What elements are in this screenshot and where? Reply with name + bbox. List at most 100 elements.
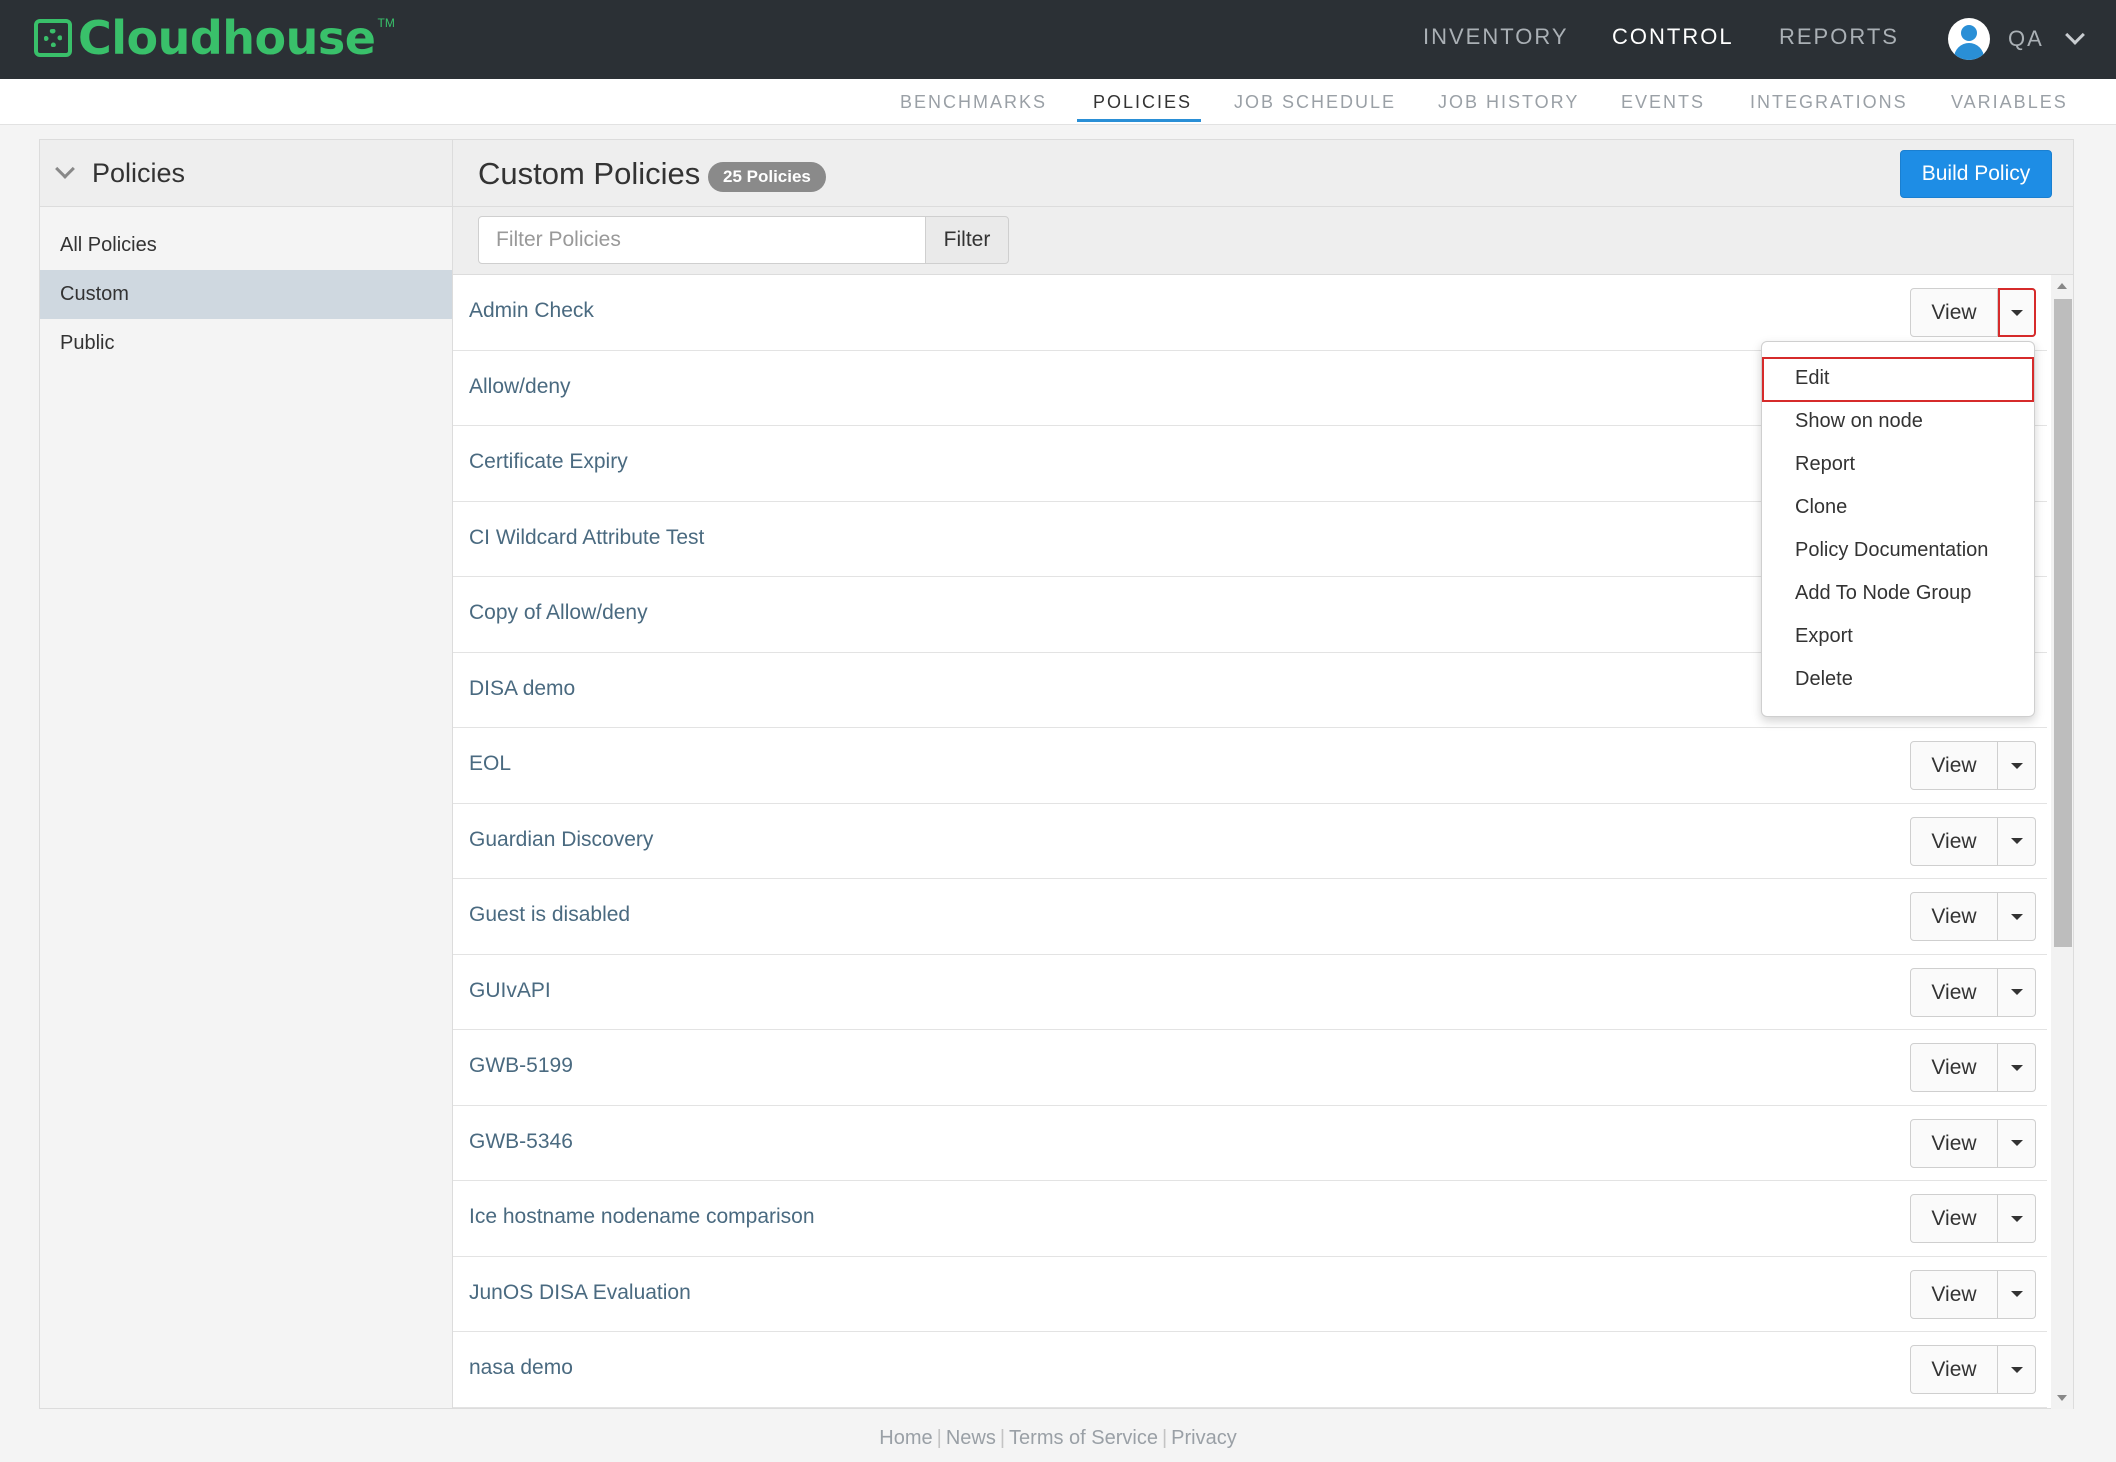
menu-item-edit[interactable]: Edit xyxy=(1762,357,2034,402)
policy-name-link[interactable]: CI Wildcard Attribute Test xyxy=(469,526,704,550)
cloudhouse-logo[interactable]: Cloudhouse TM xyxy=(34,12,395,64)
caret-down-icon xyxy=(2010,1366,2023,1373)
policy-name-link[interactable]: Guest is disabled xyxy=(469,903,630,927)
user-name: QA xyxy=(2008,26,2044,51)
trademark-mark: TM xyxy=(377,16,395,30)
policy-button-group: View xyxy=(1910,1345,2036,1394)
policy-row: GWB-5199 View xyxy=(453,1030,2047,1106)
policy-name-link[interactable]: GUIvAPI xyxy=(469,979,551,1003)
caret-down-icon xyxy=(2010,1291,2023,1297)
menu-item-clone[interactable]: Clone xyxy=(1763,487,2033,530)
panel-header: Custom Policies 25 Policies Build Policy xyxy=(453,140,2073,207)
actions-dropdown-toggle[interactable] xyxy=(1998,892,2036,941)
policy-button-group: View xyxy=(1910,1269,2036,1319)
view-button[interactable]: View xyxy=(1910,1118,1998,1168)
policy-button-group: View xyxy=(1910,1043,2036,1092)
actions-dropdown-toggle[interactable] xyxy=(1998,1118,2036,1168)
menu-item-report[interactable]: Report xyxy=(1763,444,2033,487)
actions-dropdown-toggle[interactable] xyxy=(1998,967,2036,1017)
scroll-up-arrow-icon[interactable] xyxy=(2057,283,2067,289)
policy-name-link[interactable]: Copy of Allow/deny xyxy=(469,601,648,625)
policy-row: Admin Check View xyxy=(453,275,2047,351)
scrollbar[interactable] xyxy=(2051,275,2073,1409)
user-menu[interactable]: QA xyxy=(1948,15,2085,63)
policy-row: GWB-5346 View xyxy=(453,1106,2047,1181)
caret-down-icon xyxy=(2010,913,2023,920)
tab-policies[interactable]: POLICIES xyxy=(1093,92,1192,113)
policy-name-link[interactable]: Guardian Discovery xyxy=(469,828,653,852)
policy-row: Guest is disabled View xyxy=(453,879,2047,955)
sidebar-item-custom[interactable]: Custom xyxy=(40,270,452,319)
actions-dropdown-toggle[interactable] xyxy=(1998,816,2036,866)
sidebar-item-all-policies[interactable]: All Policies xyxy=(40,221,452,270)
policy-name-link[interactable]: JunOS DISA Evaluation xyxy=(469,1281,691,1305)
sidebar-item-public[interactable]: Public xyxy=(40,319,452,368)
actions-dropdown-toggle[interactable] xyxy=(1998,1269,2036,1319)
tab-job-schedule[interactable]: JOB SCHEDULE xyxy=(1234,92,1396,113)
scroll-down-arrow-icon[interactable] xyxy=(2057,1395,2067,1401)
view-button[interactable]: View xyxy=(1910,1043,1998,1092)
footer-link-news[interactable]: News xyxy=(946,1427,996,1449)
actions-dropdown-toggle[interactable] xyxy=(1998,1345,2036,1394)
view-button[interactable]: View xyxy=(1910,1345,1998,1394)
scroll-thumb[interactable] xyxy=(2054,299,2072,947)
view-button[interactable]: View xyxy=(1910,967,1998,1017)
actions-dropdown-toggle[interactable] xyxy=(1998,1043,2036,1092)
view-button[interactable]: View xyxy=(1910,288,1998,337)
view-button[interactable]: View xyxy=(1910,1269,1998,1319)
view-button[interactable]: View xyxy=(1910,816,1998,866)
policy-name-link[interactable]: Allow/deny xyxy=(469,375,571,399)
caret-down-icon xyxy=(2010,989,2023,995)
policies-panel: Custom Policies 25 Policies Build Policy… xyxy=(452,139,2074,1409)
tab-variables[interactable]: VARIABLES xyxy=(1951,92,2068,113)
policy-name-link[interactable]: Ice hostname nodename comparison xyxy=(469,1205,815,1229)
policy-name-link[interactable]: EOL xyxy=(469,752,511,776)
menu-item-export[interactable]: Export xyxy=(1763,616,2033,659)
caret-down-icon xyxy=(2010,1064,2023,1071)
nav-control[interactable]: CONTROL xyxy=(1612,24,1734,50)
tab-integrations[interactable]: INTEGRATIONS xyxy=(1750,92,1908,113)
menu-item-show-on-node[interactable]: Show on node xyxy=(1763,401,2033,444)
tab-events[interactable]: EVENTS xyxy=(1621,92,1705,113)
policy-count-badge: 25 Policies xyxy=(708,162,826,192)
menu-item-add-to-node-group[interactable]: Add To Node Group xyxy=(1763,573,2033,616)
policy-actions-menu: Edit Show on node Report Clone Policy Docume… xyxy=(1761,341,2035,717)
footer-link-privacy[interactable]: Privacy xyxy=(1171,1427,1237,1449)
top-bar: Cloudhouse TM INVENTORY CONTROL REPORTS … xyxy=(0,0,2116,79)
sidebar-header[interactable]: Policies xyxy=(40,140,452,207)
sub-nav: BENCHMARKS POLICIES JOB SCHEDULE JOB HIS… xyxy=(0,79,2116,125)
actions-dropdown-toggle[interactable] xyxy=(1998,1194,2036,1243)
policy-row: Ice hostname nodename comparison View xyxy=(453,1181,2047,1257)
footer-link-terms[interactable]: Terms of Service xyxy=(1009,1427,1158,1449)
tab-benchmarks[interactable]: BENCHMARKS xyxy=(900,92,1047,113)
chevron-down-icon xyxy=(55,159,75,179)
filter-bar: Filter Policies Filter xyxy=(453,207,2073,275)
footer-link-home[interactable]: Home xyxy=(879,1427,932,1449)
policy-row: GUIvAPI View xyxy=(453,955,2047,1030)
view-button[interactable]: View xyxy=(1910,741,1998,790)
policy-name-link[interactable]: GWB-5199 xyxy=(469,1054,573,1078)
tab-job-history[interactable]: JOB HISTORY xyxy=(1438,92,1579,113)
menu-item-policy-documentation[interactable]: Policy Documentation xyxy=(1763,530,2033,573)
view-button[interactable]: View xyxy=(1910,892,1998,941)
nav-inventory[interactable]: INVENTORY xyxy=(1423,24,1569,50)
policy-button-group: View xyxy=(1910,741,2036,790)
policy-name-link[interactable]: Certificate Expiry xyxy=(469,450,628,474)
filter-policies-input[interactable]: Filter Policies xyxy=(478,216,926,264)
active-tab-underline xyxy=(1077,119,1201,122)
logo-gear-icon xyxy=(34,19,72,57)
actions-dropdown-toggle[interactable] xyxy=(1998,741,2036,790)
policy-button-group: View xyxy=(1910,816,2036,866)
view-button[interactable]: View xyxy=(1910,1194,1998,1243)
actions-dropdown-toggle[interactable] xyxy=(1998,288,2036,337)
policy-name-link[interactable]: nasa demo xyxy=(469,1356,573,1380)
menu-item-delete[interactable]: Delete xyxy=(1763,659,2033,702)
policy-name-link[interactable]: GWB-5346 xyxy=(469,1130,573,1154)
nav-reports[interactable]: REPORTS xyxy=(1779,24,1899,50)
caret-down-icon xyxy=(2010,838,2023,844)
chevron-down-icon xyxy=(2064,25,2085,45)
policy-name-link[interactable]: Admin Check xyxy=(469,299,594,323)
policy-name-link[interactable]: DISA demo xyxy=(469,677,575,701)
filter-button[interactable]: Filter xyxy=(925,216,1009,264)
build-policy-button[interactable]: Build Policy xyxy=(1900,150,2052,198)
